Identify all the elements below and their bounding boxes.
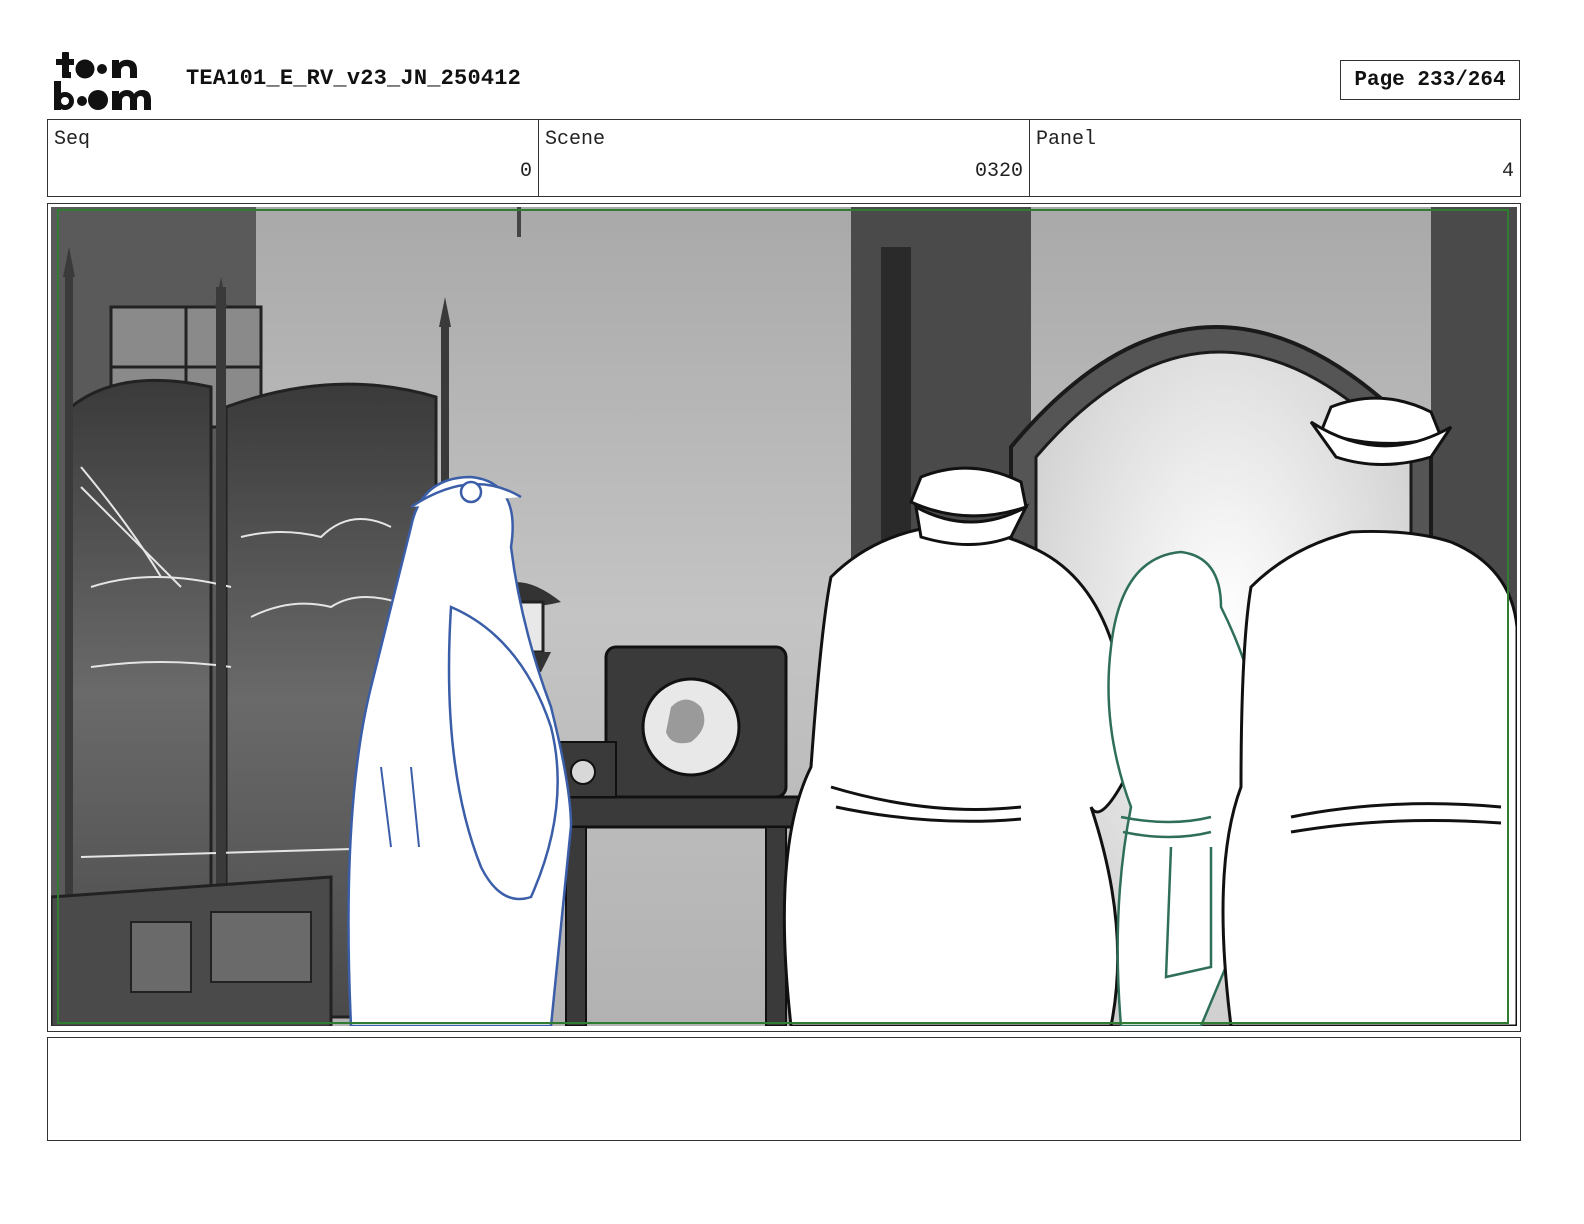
seq-cell: Seq 0: [48, 120, 539, 196]
scene-cell: Scene 0320: [539, 120, 1030, 196]
panel-cell: Panel 4: [1030, 120, 1520, 196]
panel-notes-box: [47, 1037, 1521, 1141]
page-indicator: Page 233/264: [1340, 60, 1520, 100]
panel-label: Panel: [1036, 128, 1097, 151]
scene-label: Scene: [545, 128, 606, 151]
page-indicator-label: Page 233/264: [1354, 68, 1506, 92]
document-title: TEA101_E_RV_v23_JN_250412: [186, 66, 522, 91]
seq-label: Seq: [54, 128, 91, 151]
panel-value: 4: [1501, 160, 1514, 183]
shot-info-row: Seq 0 Scene 0320 Panel 4: [47, 119, 1521, 197]
toonboom-logo: [54, 52, 151, 110]
scene-value: 0320: [974, 160, 1023, 183]
storyboard-panel-illustration: [51, 207, 1517, 1026]
seq-value: 0: [519, 160, 532, 183]
